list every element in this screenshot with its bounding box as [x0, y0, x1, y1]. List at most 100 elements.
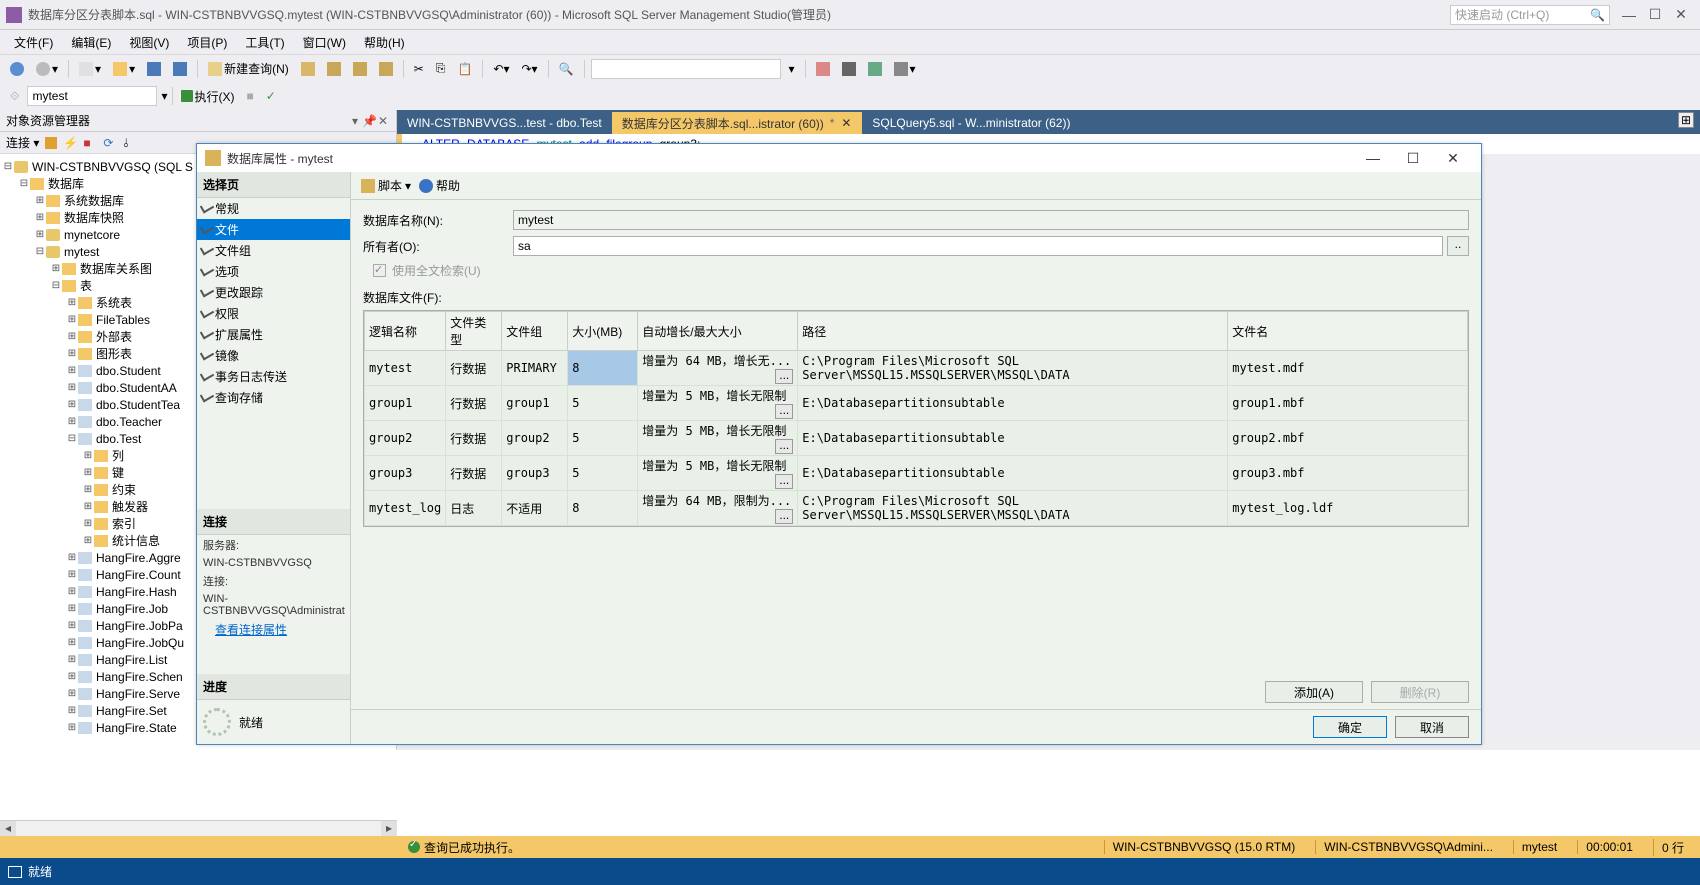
tree-constraints[interactable]: 约束: [112, 481, 136, 498]
nav-options[interactable]: 选项: [197, 261, 350, 282]
more-2[interactable]: [323, 59, 345, 79]
tree-hf-hash[interactable]: HangFire.Hash: [96, 585, 177, 599]
tree-mytest[interactable]: mytest: [64, 245, 99, 259]
cell-size[interactable]: 5: [568, 421, 638, 456]
cell-logical[interactable]: mytest_log: [365, 491, 446, 526]
tree-diagrams[interactable]: 数据库关系图: [80, 260, 152, 277]
menu-view[interactable]: 视图(V): [121, 32, 177, 53]
copy-button[interactable]: ⎘: [432, 59, 450, 79]
tool-d[interactable]: ▾: [890, 59, 920, 79]
cell-growth[interactable]: 增量为 64 MB，增长无......: [638, 351, 798, 386]
more-4[interactable]: [375, 59, 397, 79]
tree-studenttea[interactable]: dbo.StudentTea: [96, 398, 180, 412]
cell-path[interactable]: C:\Program Files\Microsoft SQL Server\MS…: [798, 351, 1228, 386]
oe-icon-2[interactable]: ⚡: [63, 136, 77, 150]
tree-mynetcore[interactable]: mynetcore: [64, 228, 120, 242]
ok-button[interactable]: 确定: [1313, 716, 1387, 738]
cell-fgroup[interactable]: 不适用: [502, 491, 568, 526]
tree-test[interactable]: dbo.Test: [96, 432, 141, 446]
back-button[interactable]: [6, 59, 28, 79]
cell-fgroup[interactable]: group3: [502, 456, 568, 491]
nav-view-conn-props[interactable]: 查看连接属性: [197, 619, 350, 644]
more-3[interactable]: [349, 59, 371, 79]
tree-teacher[interactable]: dbo.Teacher: [96, 415, 162, 429]
find-button[interactable]: 🔍: [555, 59, 578, 79]
oe-icon-3[interactable]: ■: [83, 136, 97, 150]
col-fgroup[interactable]: 文件组: [502, 312, 568, 351]
col-size[interactable]: 大小(MB): [568, 312, 638, 351]
close-button[interactable]: ✕: [1668, 6, 1694, 23]
cell-fname[interactable]: group2.mbf: [1228, 421, 1468, 456]
cell-fgroup[interactable]: PRIMARY: [502, 351, 568, 386]
cell-growth[interactable]: 增量为 5 MB，增长无限制...: [638, 456, 798, 491]
cell-logical[interactable]: group1: [365, 386, 446, 421]
tree-student[interactable]: dbo.Student: [96, 364, 161, 378]
oe-icon-5[interactable]: ⫰: [123, 136, 137, 150]
minimize-button[interactable]: —: [1616, 7, 1642, 23]
files-grid[interactable]: 逻辑名称 文件类型 文件组 大小(MB) 自动增长/最大大小 路径 文件名 my…: [363, 310, 1469, 527]
cell-growth[interactable]: 增量为 64 MB，限制为......: [638, 491, 798, 526]
tool-b[interactable]: [838, 59, 860, 79]
nav-general[interactable]: 常规: [197, 198, 350, 219]
owner-input[interactable]: sa: [513, 236, 1443, 256]
tree-hf-job[interactable]: HangFire.Job: [96, 602, 168, 616]
grid-row[interactable]: group1行数据group15增量为 5 MB，增长无限制...E:\Data…: [365, 386, 1468, 421]
growth-ellipsis-button[interactable]: ...: [775, 369, 793, 384]
undo-button[interactable]: ↶▾: [489, 59, 513, 79]
menu-project[interactable]: 项目(P): [179, 32, 235, 53]
save-all-button[interactable]: [169, 59, 191, 79]
tree-systables[interactable]: 系统表: [96, 294, 132, 311]
col-ftype[interactable]: 文件类型: [446, 312, 502, 351]
pin-icon[interactable]: 📌: [362, 114, 376, 128]
col-fname[interactable]: 文件名: [1228, 312, 1468, 351]
tree-indexes[interactable]: 索引: [112, 515, 136, 532]
tree-snapshot[interactable]: 数据库快照: [64, 209, 124, 226]
nav-permissions[interactable]: 权限: [197, 303, 350, 324]
scroll-right-icon[interactable]: ▸: [381, 821, 397, 836]
nav-log-shipping[interactable]: 事务日志传送: [197, 366, 350, 387]
help-button[interactable]: 帮助: [419, 177, 460, 194]
grid-row[interactable]: mytest_log日志不适用8增量为 64 MB，限制为......C:\Pr…: [365, 491, 1468, 526]
menu-window[interactable]: 窗口(W): [295, 32, 354, 53]
cell-size[interactable]: 5: [568, 456, 638, 491]
solution-combo[interactable]: [591, 59, 781, 79]
cell-path[interactable]: C:\Program Files\Microsoft SQL Server\MS…: [798, 491, 1228, 526]
tree-studentaa[interactable]: dbo.StudentAA: [96, 381, 177, 395]
tree-databases[interactable]: 数据库: [48, 175, 84, 192]
dropdown-icon[interactable]: ▾: [348, 114, 362, 128]
cell-growth[interactable]: 增量为 5 MB，增长无限制...: [638, 386, 798, 421]
tab-1[interactable]: WIN-CSTBNBVVGS...test - dbo.Test: [397, 112, 612, 134]
grid-row[interactable]: group2行数据group25增量为 5 MB，增长无限制...E:\Data…: [365, 421, 1468, 456]
cell-fname[interactable]: mytest.mdf: [1228, 351, 1468, 386]
cell-size[interactable]: 8: [568, 351, 638, 386]
connect-button[interactable]: 连接 ▾: [6, 134, 39, 151]
grid-row[interactable]: mytest行数据PRIMARY8增量为 64 MB，增长无......C:\P…: [365, 351, 1468, 386]
parse-button[interactable]: ✓: [262, 86, 280, 106]
scroll-left-icon[interactable]: ◂: [0, 821, 16, 836]
cell-ftype[interactable]: 行数据: [446, 456, 502, 491]
more-1[interactable]: [297, 59, 319, 79]
tree-graphtables[interactable]: 图形表: [96, 345, 132, 362]
tree-columns[interactable]: 列: [112, 447, 124, 464]
new-button[interactable]: ▾: [75, 59, 105, 79]
tree-keys[interactable]: 键: [112, 464, 124, 481]
combo-drop[interactable]: ▾: [785, 59, 799, 79]
col-path[interactable]: 路径: [798, 312, 1228, 351]
dialog-maximize-button[interactable]: ☐: [1393, 150, 1433, 167]
cell-size[interactable]: 5: [568, 386, 638, 421]
cell-logical[interactable]: group3: [365, 456, 446, 491]
tree-hf-set[interactable]: HangFire.Set: [96, 704, 167, 718]
tree-hf-count[interactable]: HangFire.Count: [96, 568, 181, 582]
cell-path[interactable]: E:\Databasepartitionsubtable: [798, 421, 1228, 456]
growth-ellipsis-button[interactable]: ...: [775, 439, 793, 454]
database-combo[interactable]: mytest: [27, 86, 157, 106]
combo-arrow[interactable]: ▾: [161, 89, 167, 103]
new-query-button[interactable]: 新建查询(N): [204, 59, 293, 79]
cell-path[interactable]: E:\Databasepartitionsubtable: [798, 386, 1228, 421]
stop-button[interactable]: ■: [243, 86, 258, 106]
tree-hf-schen[interactable]: HangFire.Schen: [96, 670, 183, 684]
nav-ext-properties[interactable]: 扩展属性: [197, 324, 350, 345]
menu-help[interactable]: 帮助(H): [356, 32, 413, 53]
redo-button[interactable]: ↷▾: [517, 59, 541, 79]
nav-change-tracking[interactable]: 更改跟踪: [197, 282, 350, 303]
